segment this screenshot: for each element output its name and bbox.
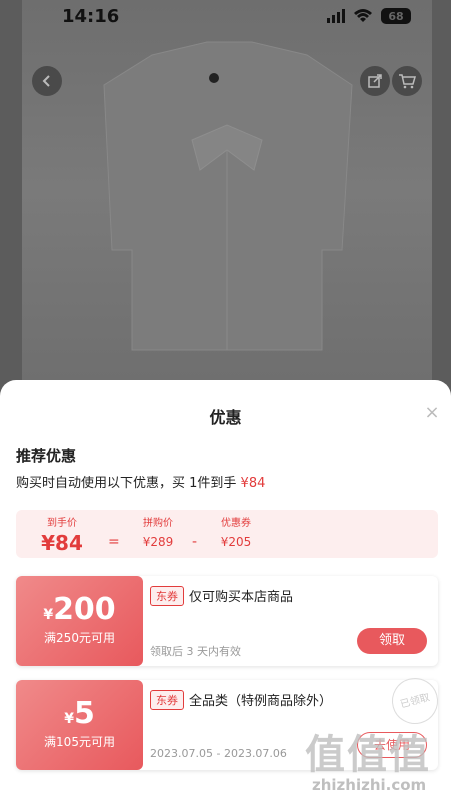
signal-icon (327, 9, 345, 23)
price-breakdown: 到手价 ¥84 = 拼购价 ¥289 - 优惠券 ¥205 (16, 510, 438, 558)
final-price-value: ¥84 (41, 531, 83, 555)
claim-button[interactable]: 领取 (357, 628, 427, 654)
wifi-icon (354, 9, 372, 22)
product-photo (22, 0, 432, 380)
product-image-area: 14:16 68 (0, 0, 451, 400)
coupon-validity: 2023.07.05 - 2023.07.06 (150, 747, 287, 760)
status-bar: 14:16 68 (0, 0, 451, 34)
auto-apply-note: 购买时自动使用以下优惠，买 1件到手 ¥84 (16, 472, 265, 491)
coupon-condition: 满250元可用 (44, 631, 115, 645)
coupon-discount-value: ¥205 (220, 535, 252, 549)
final-price: 到手价 ¥84 (36, 514, 88, 555)
coupon-amount-value: 5 (73, 696, 95, 731)
coupon-yen: ¥ (64, 711, 74, 727)
shirt-image (103, 41, 353, 351)
group-price-value: ¥289 (142, 535, 174, 549)
coupon-value-panel: ¥200 满250元可用 (16, 576, 143, 666)
coupon-amount: ¥200 (16, 592, 143, 627)
coupon-amount-value: 200 (53, 592, 116, 627)
group-price: 拼购价 ¥289 (134, 514, 182, 549)
battery-icon: 68 (381, 8, 411, 24)
share-button[interactable] (360, 66, 390, 96)
recommended-title: 推荐优惠 (16, 447, 77, 465)
coupon-tag: 东券 (150, 690, 184, 710)
cart-icon (399, 74, 416, 89)
coupon-discount-label: 优惠券 (221, 518, 251, 529)
minus-sign: - (192, 534, 198, 550)
coupon-tag: 东券 (150, 586, 184, 606)
coupon-description: 仅可购买本店商品 (189, 590, 294, 605)
watermark-logo: 值值值 (305, 732, 431, 778)
coupon-description: 全品类（特例商品除外） (189, 694, 333, 709)
chevron-left-icon (42, 75, 50, 87)
watermark-text: zhizhizhi.com (312, 776, 427, 794)
auto-apply-text: 购买时自动使用以下优惠，买 1件到手 (16, 476, 241, 491)
group-price-label: 拼购价 (143, 518, 173, 529)
final-price-label: 到手价 (47, 518, 77, 529)
back-button[interactable] (32, 66, 62, 96)
coupon-condition: 满105元可用 (44, 735, 115, 749)
status-time: 14:16 (62, 6, 120, 27)
coupon-card: ¥200 满250元可用 东券 仅可购买本店商品 领取后 3 天内有效 领取 (16, 576, 438, 666)
sheet-title: 优惠 (209, 408, 242, 427)
coupon-discount: 优惠券 ¥205 (212, 514, 260, 549)
cart-button[interactable] (392, 66, 422, 96)
auto-apply-price: ¥84 (240, 476, 266, 491)
coupon-validity: 领取后 3 天内有效 (150, 645, 241, 658)
claimed-stamp: 已领取 (386, 672, 444, 730)
coupon-yen: ¥ (43, 607, 54, 623)
close-icon[interactable]: × (423, 404, 441, 422)
share-icon (368, 74, 382, 88)
coupon-amount: ¥5 (16, 696, 143, 731)
equals-sign: = (108, 534, 120, 550)
coupon-value-panel: ¥5 满105元可用 (16, 680, 143, 770)
